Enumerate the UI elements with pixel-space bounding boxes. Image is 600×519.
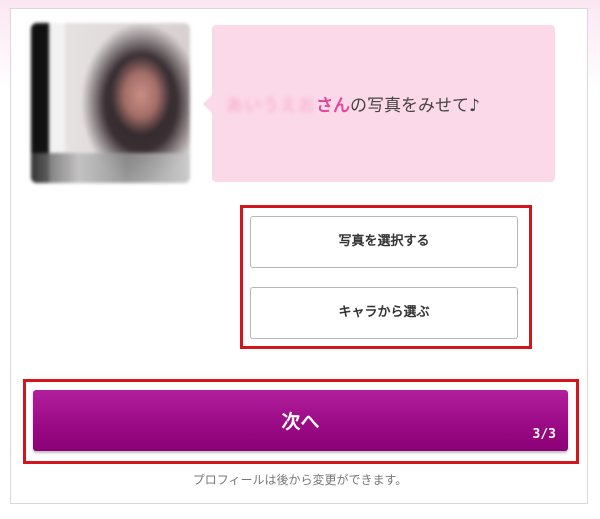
honorific: さん [316,96,350,116]
choose-character-button[interactable]: キャラから選ぶ [250,287,518,339]
profile-photo [31,23,190,183]
user-name-blurred: あいうえお [226,96,316,116]
photo-caption-strip [31,153,190,183]
next-label: 次へ [281,411,320,433]
next-button[interactable]: 次へ 3/3 [33,390,568,451]
step-indicator: 3/3 [532,427,556,442]
select-photo-button[interactable]: 写真を選択する [250,216,518,268]
select-photo-label: 写真を選択する [338,234,430,249]
choose-character-label: キャラから選ぶ [338,305,430,320]
speech-bubble: あいうえおさんの写真をみせて♪ [203,25,555,182]
prompt-message: の写真をみせて♪ [350,96,480,116]
profile-edit-note: プロフィールは後から変更ができます。 [192,473,408,487]
page: あいうえおさんの写真をみせて♪ 写真を選択する キャラから選ぶ 次へ 3/3 プ… [0,0,600,519]
photo-prompt: あいうえおさんの写真をみせて♪ [226,91,480,116]
